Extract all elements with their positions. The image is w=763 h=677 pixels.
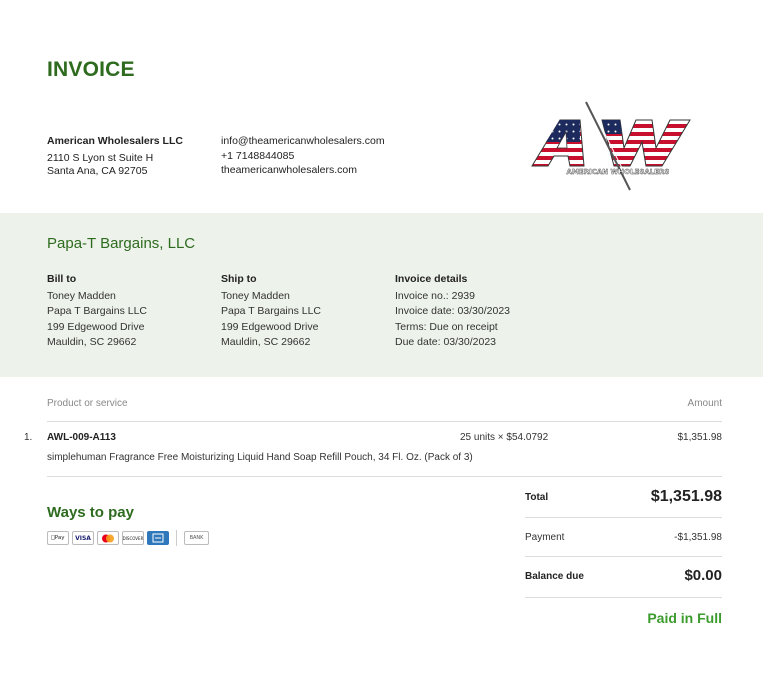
bill-to-line: Mauldin, SC 29662 bbox=[47, 336, 137, 348]
invoice-details-heading: Invoice details bbox=[395, 273, 468, 285]
bill-to-line: 199 Edgewood Drive bbox=[47, 320, 145, 333]
bill-to-line: Papa T Bargains LLC bbox=[47, 305, 148, 317]
bill-to-heading: Bill to bbox=[47, 273, 77, 285]
ways-to-pay-heading: Ways to pay bbox=[47, 504, 134, 521]
visa-icon: VISA bbox=[72, 531, 94, 545]
total-divider bbox=[525, 517, 722, 518]
company-phone: +1 7148844085 bbox=[221, 149, 295, 162]
line-item-quantity: 25 units × $54.0792 bbox=[460, 432, 549, 443]
company-email[interactable]: info@theamericanwholesalers.com bbox=[221, 134, 385, 149]
balance-due-label: Balance due bbox=[525, 571, 584, 582]
logo-text: AMERICAN WHOLESALERS bbox=[567, 168, 670, 176]
bill-to-line: Toney Madden bbox=[47, 289, 116, 302]
discover-icon: DISCOVER bbox=[122, 531, 144, 545]
column-header-product: Product or service bbox=[47, 398, 128, 409]
total-value: $1,351.98 bbox=[650, 488, 722, 505]
balance-divider bbox=[525, 597, 722, 598]
payment-methods: Pay VISA DISCOVER BANK bbox=[47, 530, 209, 546]
ship-to-line: 199 Edgewood Drive bbox=[221, 320, 319, 333]
customer-name: Papa-T Bargains, LLC bbox=[47, 235, 196, 252]
invoice-number: Invoice no.: 2939 bbox=[395, 289, 475, 302]
company-name: American Wholesalers LLC bbox=[47, 135, 183, 147]
bill-to: Bill to Toney Madden Papa T Bargains LLC… bbox=[47, 272, 147, 351]
line-item-number: 1. bbox=[24, 432, 33, 443]
ship-to: Ship to Toney Madden Papa T Bargains LLC… bbox=[221, 272, 321, 351]
invoice-date: Invoice date: 03/30/2023 bbox=[395, 305, 511, 317]
items-divider bbox=[47, 476, 722, 477]
header-divider bbox=[47, 421, 722, 422]
company-website[interactable]: theamericanwholesalers.com bbox=[221, 163, 385, 178]
payment-value: -$1,351.98 bbox=[674, 532, 722, 543]
column-header-amount: Amount bbox=[687, 398, 722, 409]
invoice-due-date: Due date: 03/30/2023 bbox=[395, 336, 497, 348]
balance-due-value: $0.00 bbox=[684, 567, 722, 584]
invoice-terms: Terms: Due on receipt bbox=[395, 320, 498, 333]
invoice-title: INVOICE bbox=[47, 58, 135, 81]
payment-label: Payment bbox=[525, 532, 565, 543]
ship-to-heading: Ship to bbox=[221, 273, 257, 285]
ship-to-line: Papa T Bargains LLC bbox=[221, 305, 322, 317]
ship-to-line: Mauldin, SC 29662 bbox=[221, 336, 311, 348]
payment-separator bbox=[176, 530, 177, 546]
paid-status: Paid in Full bbox=[647, 610, 722, 626]
company-info: American Wholesalers LLC 2110 S Lyon st … bbox=[47, 135, 183, 179]
company-logo: AMERICAN WHOLESALERS bbox=[531, 101, 691, 191]
invoice-details: Invoice details Invoice no.: 2939 Invoic… bbox=[395, 272, 510, 351]
company-address-line2: Santa Ana, CA 92705 bbox=[47, 165, 148, 177]
company-address-line1: 2110 S Lyon st Suite H bbox=[47, 151, 154, 164]
line-item-amount: $1,351.98 bbox=[677, 432, 723, 443]
line-item-sku: AWL-009-A113 bbox=[47, 432, 116, 443]
payment-divider bbox=[525, 556, 722, 557]
company-contact: info@theamericanwholesalers.com +1 71488… bbox=[221, 134, 385, 178]
apple-pay-icon: Pay bbox=[47, 531, 69, 545]
ship-to-line: Toney Madden bbox=[221, 289, 290, 302]
line-item-description: simplehuman Fragrance Free Moisturizing … bbox=[47, 452, 473, 463]
amex-icon bbox=[147, 531, 169, 545]
mastercard-icon bbox=[97, 531, 119, 545]
total-label: Total bbox=[525, 492, 549, 503]
bank-transfer-icon: BANK bbox=[184, 531, 209, 545]
